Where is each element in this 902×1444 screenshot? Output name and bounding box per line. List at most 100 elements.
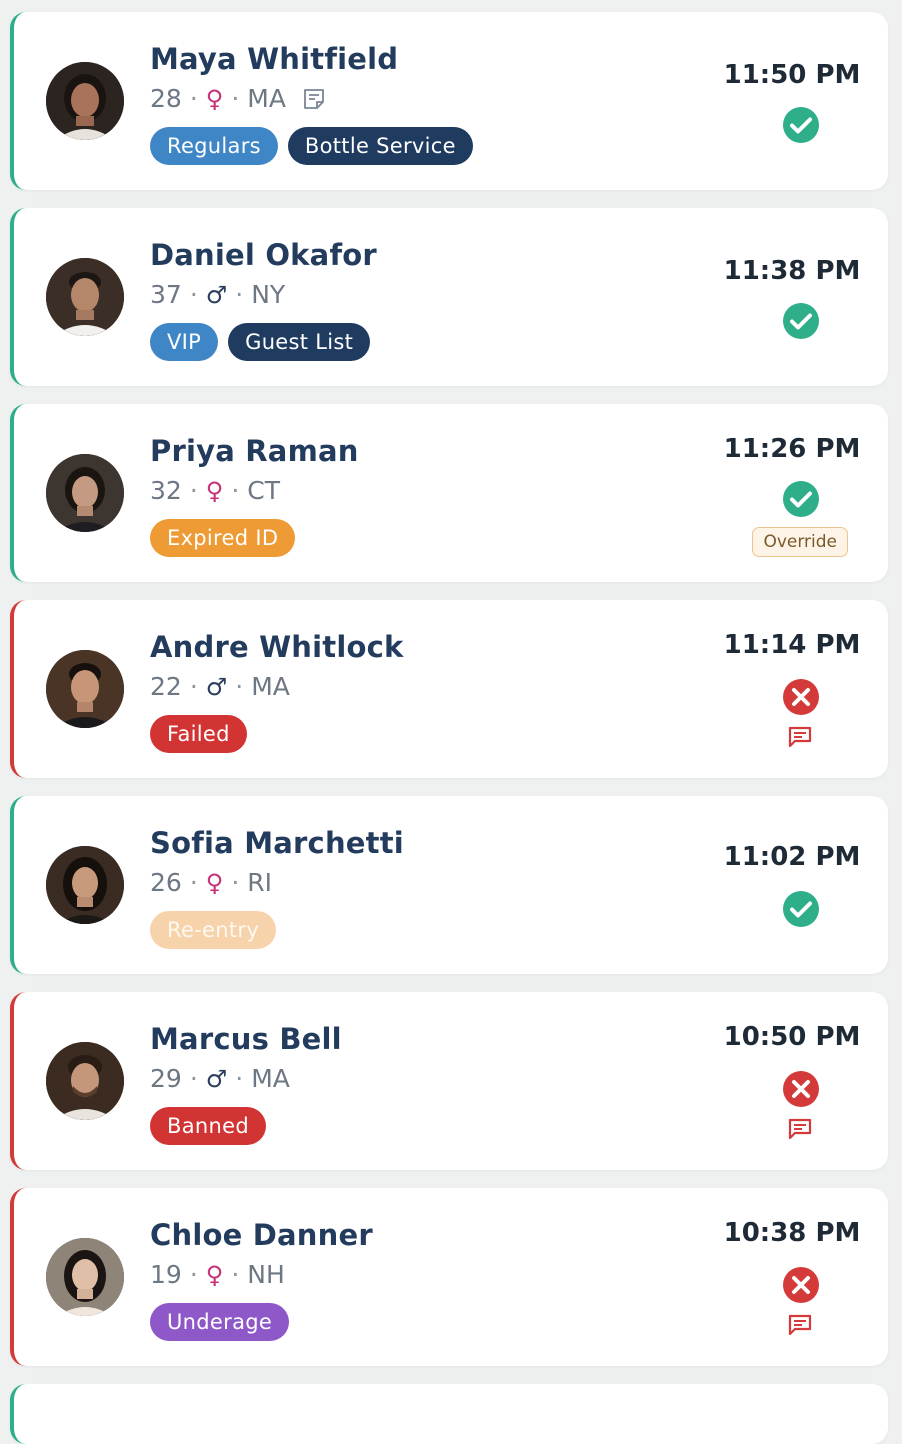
- tag-list: Underage: [150, 1303, 290, 1341]
- guest-details: 22 · ♂ · MA: [150, 672, 290, 701]
- guest-name: Chloe Danner: [150, 1218, 373, 1252]
- guest-name: Priya Raman: [150, 434, 359, 468]
- guest-state: MA: [247, 84, 286, 113]
- tag-list: Re-entry: [150, 911, 277, 949]
- scan-time: 11:14 PM: [723, 630, 861, 660]
- avatar: [46, 1042, 124, 1120]
- tag-guest-list[interactable]: Guest List: [228, 323, 371, 361]
- guest-state: NY: [251, 280, 286, 309]
- guest-state: MA: [251, 1064, 290, 1093]
- guest-age: 19: [150, 1260, 182, 1289]
- guest-details: 32 · ♀ · CT: [150, 476, 280, 505]
- guest-name: Andre Whitlock: [150, 630, 404, 664]
- male-icon: ♂: [205, 672, 228, 701]
- scan-entry-card[interactable]: Priya Raman 32 · ♀ · CT Expired ID 11:26…: [10, 404, 888, 582]
- separator: ·: [189, 280, 198, 309]
- guest-name: Maya Whitfield: [150, 42, 399, 76]
- scan-entry-card[interactable]: Chloe Danner 19 · ♀ · NH Underage 10:38 …: [10, 1188, 888, 1366]
- x-circle-icon: [783, 679, 819, 715]
- separator: ·: [189, 476, 198, 505]
- avatar: [46, 258, 124, 336]
- x-circle-icon: [783, 1071, 819, 1107]
- tag-banned[interactable]: Banned: [150, 1107, 266, 1145]
- separator: ·: [189, 1064, 198, 1093]
- check-circle-icon: [783, 891, 819, 927]
- tag-bottle-service[interactable]: Bottle Service: [287, 127, 473, 165]
- scan-time: 11:50 PM: [723, 60, 861, 90]
- female-icon: ♀: [205, 476, 224, 505]
- tag-underage[interactable]: Underage: [150, 1303, 290, 1341]
- female-icon: ♀: [205, 84, 224, 113]
- tag-list: Expired ID: [150, 519, 296, 557]
- guest-age: 26: [150, 868, 182, 897]
- scan-time: 10:50 PM: [723, 1022, 861, 1052]
- scan-entry-card[interactable]: Marcus Bell 29 · ♂ · MA Banned 10:50 PM: [10, 992, 888, 1170]
- guest-age: 32: [150, 476, 182, 505]
- guest-state: RI: [247, 868, 273, 897]
- scan-entry-card[interactable]: Maya Whitfield 28 · ♀ · MA Regulars Bott…: [10, 12, 888, 190]
- separator: ·: [235, 672, 244, 701]
- scan-history-list: Maya Whitfield 28 · ♀ · MA Regulars Bott…: [0, 0, 902, 1444]
- guest-age: 29: [150, 1064, 182, 1093]
- scan-time: 10:38 PM: [723, 1218, 861, 1248]
- check-circle-icon: [783, 303, 819, 339]
- tag-vip[interactable]: VIP: [150, 323, 219, 361]
- guest-details: 28 · ♀ · MA: [150, 84, 326, 113]
- separator: ·: [231, 476, 240, 505]
- tag-re-entry[interactable]: Re-entry: [150, 911, 277, 949]
- guest-age: 28: [150, 84, 182, 113]
- guest-details: 26 · ♀ · RI: [150, 868, 272, 897]
- guest-age: 22: [150, 672, 182, 701]
- guest-state: MA: [251, 672, 290, 701]
- guest-name: Sofia Marchetti: [150, 826, 404, 860]
- guest-details: 29 · ♂ · MA: [150, 1064, 290, 1093]
- separator: ·: [189, 84, 198, 113]
- tag-list: Banned: [150, 1107, 266, 1145]
- separator: ·: [235, 280, 244, 309]
- separator: ·: [231, 84, 240, 113]
- guest-state: NH: [247, 1260, 285, 1289]
- comment-icon[interactable]: [788, 1314, 812, 1336]
- guest-details: 37 · ♂ · NY: [150, 280, 285, 309]
- scan-time: 11:38 PM: [723, 256, 861, 286]
- guest-name: Daniel Okafor: [150, 238, 377, 272]
- tag-regulars[interactable]: Regulars: [150, 127, 278, 165]
- scan-entry-card-partial[interactable]: [10, 1384, 888, 1444]
- separator: ·: [231, 868, 240, 897]
- comment-icon[interactable]: [788, 1118, 812, 1140]
- scan-entry-card[interactable]: Sofia Marchetti 26 · ♀ · RI Re-entry 11:…: [10, 796, 888, 974]
- guest-details: 19 · ♀ · NH: [150, 1260, 285, 1289]
- avatar: [46, 454, 124, 532]
- tag-list: Regulars Bottle Service: [150, 127, 473, 165]
- separator: ·: [189, 672, 198, 701]
- scan-time: 11:02 PM: [723, 842, 861, 872]
- scan-entry-card[interactable]: Andre Whitlock 22 · ♂ · MA Failed 11:14 …: [10, 600, 888, 778]
- guest-state: CT: [247, 476, 281, 505]
- female-icon: ♀: [205, 1260, 224, 1289]
- guest-name: Marcus Bell: [150, 1022, 342, 1056]
- guest-age: 37: [150, 280, 182, 309]
- avatar: [46, 846, 124, 924]
- override-badge: Override: [752, 527, 848, 557]
- check-circle-icon: [783, 107, 819, 143]
- tag-list: VIP Guest List: [150, 323, 371, 361]
- male-icon: ♂: [205, 1064, 228, 1093]
- scan-time: 11:26 PM: [723, 434, 861, 464]
- avatar: [46, 650, 124, 728]
- separator: ·: [235, 1064, 244, 1093]
- tag-failed[interactable]: Failed: [150, 715, 247, 753]
- note-icon[interactable]: [302, 87, 326, 111]
- separator: ·: [189, 868, 198, 897]
- female-icon: ♀: [205, 868, 224, 897]
- avatar: [46, 62, 124, 140]
- x-circle-icon: [783, 1267, 819, 1303]
- separator: ·: [189, 1260, 198, 1289]
- check-circle-icon: [783, 481, 819, 517]
- comment-icon[interactable]: [788, 726, 812, 748]
- scan-entry-card[interactable]: Daniel Okafor 37 · ♂ · NY VIP Guest List…: [10, 208, 888, 386]
- tag-expired-id[interactable]: Expired ID: [150, 519, 296, 557]
- avatar: [46, 1238, 124, 1316]
- male-icon: ♂: [205, 280, 228, 309]
- tag-list: Failed: [150, 715, 247, 753]
- separator: ·: [231, 1260, 240, 1289]
